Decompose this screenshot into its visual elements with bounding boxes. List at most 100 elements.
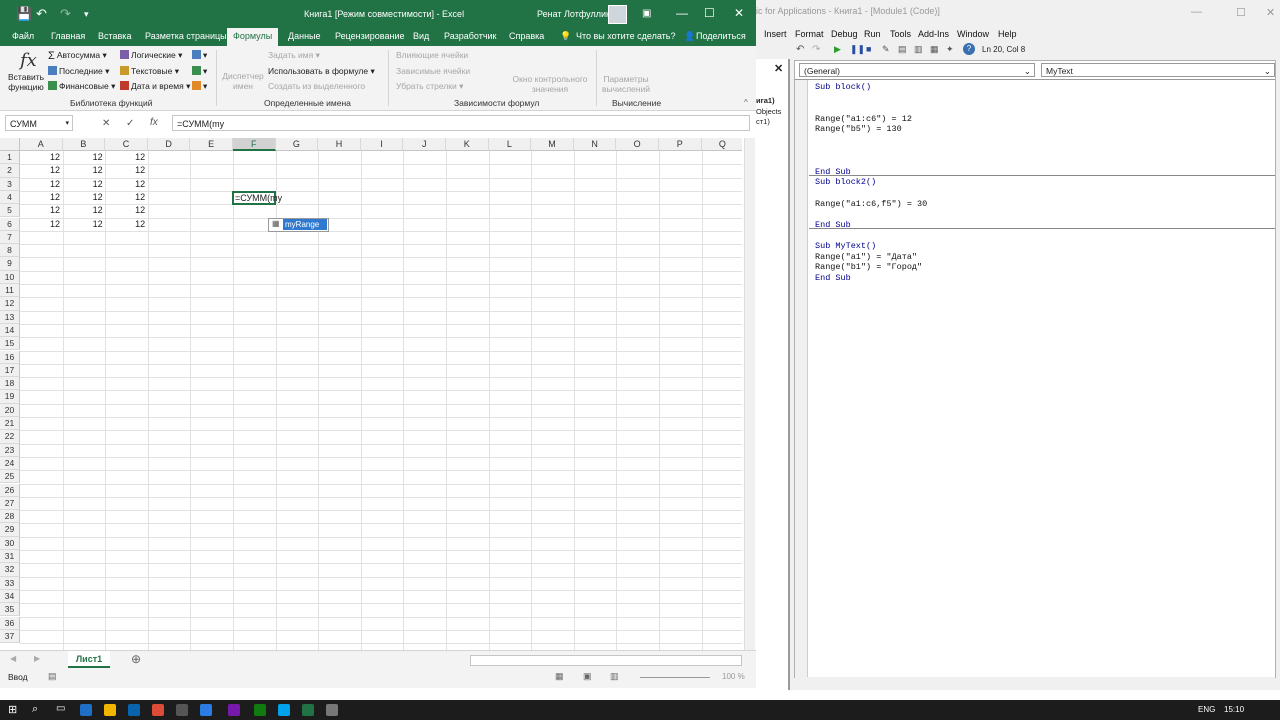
onenote-icon[interactable]	[228, 704, 240, 716]
next-sheet-icon[interactable]: ▶	[34, 654, 40, 663]
tab-home[interactable]: Главная	[51, 31, 85, 41]
outlook-icon[interactable]	[128, 704, 140, 716]
tab-developer[interactable]: Разработчик	[444, 31, 496, 41]
calc-options-button[interactable]: Параметры вычислений	[600, 74, 652, 94]
insert-function-button[interactable]: Вставить функцию	[8, 72, 44, 92]
vba-icon[interactable]	[326, 704, 338, 716]
excel-icon[interactable]	[302, 704, 314, 716]
column-header[interactable]: C	[105, 138, 148, 151]
cell[interactable]: 12	[105, 178, 145, 191]
cell[interactable]: 12	[20, 151, 60, 164]
cell[interactable]: 12	[20, 204, 60, 217]
row-header[interactable]: 20	[0, 403, 20, 417]
macro-record-icon[interactable]: ▤	[48, 671, 57, 682]
row-header[interactable]: 25	[0, 470, 20, 484]
financial-button[interactable]: Финансовые ▾	[48, 81, 115, 92]
code-editor[interactable]: Sub block() Range("a1:c6") = 12 Range("b5"…	[795, 61, 1275, 677]
column-header[interactable]: A	[20, 138, 63, 151]
normal-view-icon[interactable]: ▦	[555, 671, 564, 682]
row-header[interactable]: 30	[0, 536, 20, 550]
recent-button[interactable]: Последние ▾	[48, 66, 109, 77]
minimize-icon[interactable]: —	[676, 6, 688, 20]
properties-icon[interactable]: ▥	[914, 44, 923, 55]
clock[interactable]: 15:10	[1224, 705, 1244, 714]
row-header[interactable]: 24	[0, 456, 20, 471]
row-header[interactable]: 36	[0, 616, 20, 630]
code-line[interactable]: Range("a1:c6,f5") = 30	[815, 199, 927, 209]
row-header[interactable]: 12	[0, 297, 20, 311]
tab-data[interactable]: Данные	[288, 31, 321, 41]
autocomplete-popup[interactable]: ▦ myRange	[268, 218, 329, 232]
project-explorer-icon[interactable]: ▤	[898, 44, 907, 55]
row-header[interactable]: 14	[0, 323, 20, 338]
close-icon[interactable]: ✕	[1266, 6, 1275, 19]
code-line[interactable]: Sub block2()	[815, 177, 876, 187]
skype-icon[interactable]	[278, 704, 290, 716]
search-icon[interactable]: ⌕	[32, 703, 38, 716]
create-from-selection-button[interactable]: Создать из выделенного	[268, 81, 365, 91]
design-mode-icon[interactable]: ✎	[882, 44, 890, 55]
reset-icon[interactable]: ■	[866, 44, 871, 54]
menu-tools[interactable]: Tools	[890, 29, 911, 39]
remove-arrows-button[interactable]: Убрать стрелки ▾	[396, 81, 463, 92]
ribbon-display-icon[interactable]: ▣	[642, 8, 651, 19]
row-header[interactable]: 28	[0, 510, 20, 524]
run-icon[interactable]: ▶	[834, 44, 841, 55]
menu-insert[interactable]: Insert	[764, 29, 787, 39]
assign-name-button[interactable]: Задать имя ▾	[268, 50, 320, 61]
row-header[interactable]: 7	[0, 230, 20, 245]
menu-run[interactable]: Run	[864, 29, 881, 39]
column-header[interactable]: F	[233, 138, 276, 151]
row-header[interactable]: 21	[0, 417, 20, 431]
row-header[interactable]: 2	[0, 164, 20, 178]
code-line[interactable]: Range("b5") = 130	[815, 124, 902, 134]
formula-input[interactable]: =СУММ(my	[172, 115, 750, 131]
objects-node[interactable]: Objects	[756, 107, 781, 116]
row-header[interactable]: 5	[0, 204, 20, 218]
column-header[interactable]: O	[616, 138, 659, 151]
row-header[interactable]: 32	[0, 563, 20, 577]
name-box[interactable]: СУММ ▾	[5, 115, 73, 131]
tab-review[interactable]: Рецензирование	[335, 31, 405, 41]
row-header[interactable]: 33	[0, 576, 20, 590]
menu-help[interactable]: Help	[998, 29, 1017, 39]
row-header[interactable]: 26	[0, 483, 20, 497]
cancel-icon[interactable]: ✕	[102, 118, 110, 129]
sheet-node[interactable]: ст1)	[756, 117, 770, 126]
column-header[interactable]: K	[446, 138, 489, 151]
row-header[interactable]: 3	[0, 177, 20, 191]
maximize-icon[interactable]: ☐	[1236, 6, 1246, 19]
column-header[interactable]: B	[62, 138, 106, 151]
share-button[interactable]: Поделиться	[696, 31, 746, 41]
tab-view[interactable]: Вид	[413, 31, 429, 41]
edge-icon[interactable]	[80, 704, 92, 716]
tell-me-input[interactable]: Что вы хотите сделать?	[576, 31, 676, 41]
row-header[interactable]: 35	[0, 603, 20, 617]
project-explorer-pane[interactable]: ✕ ига1) Objects ст1)	[756, 59, 790, 690]
horizontal-scrollbar[interactable]	[470, 655, 742, 666]
language-indicator[interactable]: ENG	[1198, 705, 1215, 714]
column-header[interactable]: H	[318, 138, 361, 151]
row-header[interactable]: 13	[0, 310, 20, 324]
logical-button[interactable]: Логические ▾	[120, 50, 182, 61]
enter-icon[interactable]: ✓	[126, 118, 134, 129]
customize-qat-icon[interactable]: ▾	[84, 9, 89, 20]
column-header[interactable]: I	[360, 138, 404, 151]
chrome-icon[interactable]	[152, 704, 164, 716]
insert-function-icon[interactable]: fx	[150, 117, 158, 128]
cell[interactable]: 12	[63, 164, 103, 177]
column-header[interactable]: D	[147, 138, 191, 151]
break-icon[interactable]: ❚❚	[850, 44, 865, 55]
datetime-button[interactable]: Дата и время ▾	[120, 81, 190, 92]
menu-window[interactable]: Window	[957, 29, 989, 39]
menu-debug[interactable]: Debug	[831, 29, 858, 39]
row-header[interactable]: 27	[0, 496, 20, 511]
column-header[interactable]: J	[403, 138, 446, 151]
horizontal-scrollbar[interactable]	[795, 677, 1275, 689]
cell[interactable]: 12	[105, 204, 145, 217]
column-header[interactable]: N	[573, 138, 617, 151]
cell[interactable]: 12	[20, 164, 60, 177]
object-browser-icon[interactable]: ▦	[930, 44, 939, 55]
cell[interactable]: 12	[63, 191, 103, 204]
row-header[interactable]: 1	[0, 151, 20, 165]
